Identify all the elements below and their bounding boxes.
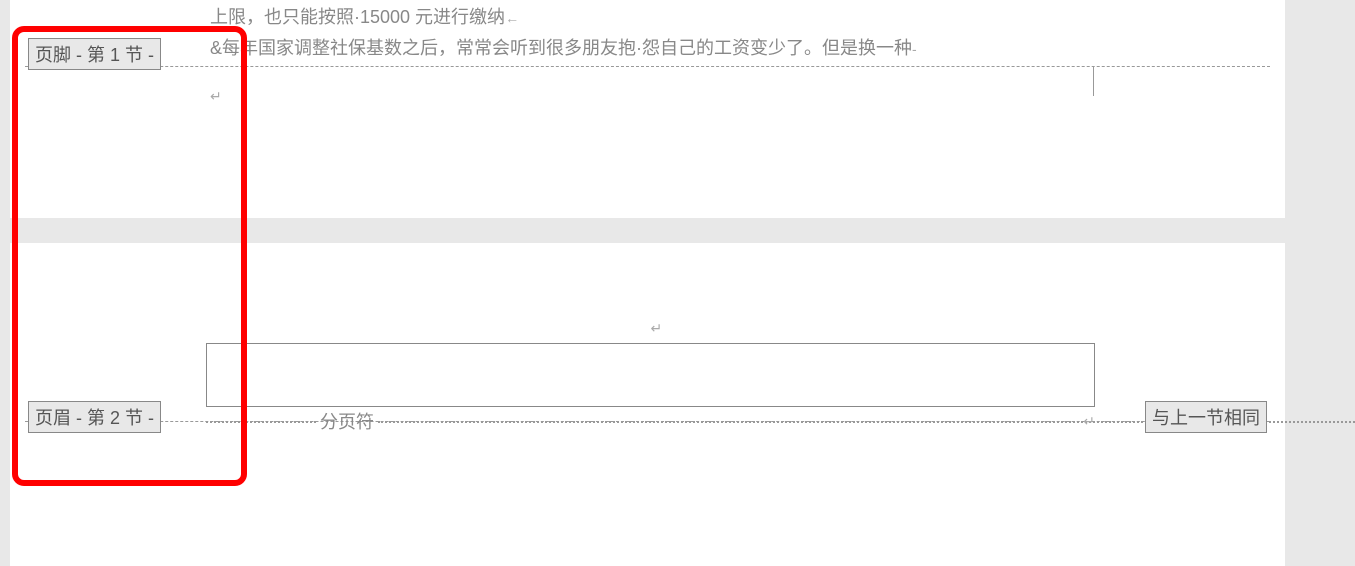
dots-before <box>206 421 316 423</box>
body-line-1: 上限，也只能按照·15000 元进行缴纳 <box>210 7 505 27</box>
footer-section-label[interactable]: 页脚 - 第 1 节 - <box>28 38 161 70</box>
soft-return-mark: - <box>912 41 917 57</box>
same-as-previous-label[interactable]: 与上一节相同 <box>1145 401 1267 433</box>
frame-return-mark: ↵ <box>651 320 663 337</box>
body-line-2: &每年国家调整社保基数之后，常常会听到很多朋友抱·怨自己的工资变少了。但是换一种 <box>210 38 912 58</box>
page-break-label: 分页符 <box>316 408 378 434</box>
page-2: ↵ 页眉 - 第 2 节 - 与上一节相同 分页符 ↵ <box>10 243 1285 566</box>
header-section-label[interactable]: 页眉 - 第 2 节 - <box>28 401 161 433</box>
page-break-return: ↵ <box>1083 413 1095 430</box>
body-text-area[interactable]: 上限，也只能按照·15000 元进行缴纳← &每年国家调整社保基数之后，常常会听… <box>10 0 1285 63</box>
header-text-frame[interactable]: ↵ <box>206 343 1095 407</box>
footer-boundary-line <box>25 66 1270 67</box>
paragraph-mark: ↵ <box>210 88 222 105</box>
page-break-row: 分页符 ↵ <box>206 409 1095 433</box>
line-end-mark: ← <box>505 10 519 26</box>
margin-tick <box>1093 66 1094 96</box>
page-1: 上限，也只能按照·15000 元进行缴纳← &每年国家调整社保基数之后，常常会听… <box>10 0 1285 218</box>
